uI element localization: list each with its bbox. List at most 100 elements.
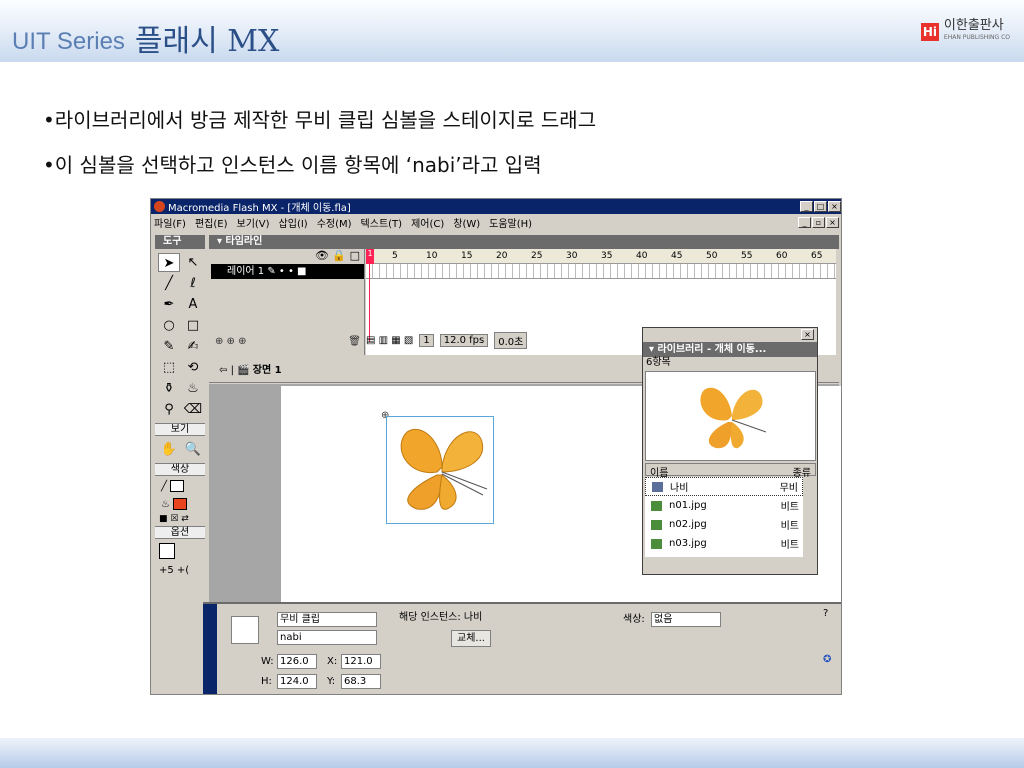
fill-transform-tool-icon[interactable]: ⟲ [182,358,204,377]
y-label: Y: [327,676,336,687]
doc-minimize-button[interactable]: _ [798,216,811,228]
color-swap-icons[interactable]: ■ ☒ ⇄ [155,512,205,526]
menu-modify[interactable]: 수정(M) [317,215,352,230]
hand-tool-icon[interactable]: ✋ [158,440,180,459]
delete-layer-icon[interactable]: 🗑 [348,336,361,347]
eyedropper-tool-icon[interactable]: ⚲ [158,400,180,419]
fill-color-icon: ♨ [161,499,170,510]
butterfly-instance[interactable] [386,416,494,524]
subselect-tool-icon[interactable]: ↖ [182,253,204,272]
scene-label[interactable]: 장면 1 [253,365,282,376]
library-item[interactable]: n03.jpg 비트 [645,534,803,553]
color-effect-select[interactable]: 없음 [651,612,721,627]
menu-help[interactable]: 도움말(H) [489,215,532,230]
zoom-tool-icon[interactable]: 🔍 [182,440,204,459]
x-label: X: [327,656,338,667]
ink-bottle-tool-icon[interactable]: ⚱ [158,379,180,398]
movie-clip-icon [652,481,663,492]
text-tool-icon[interactable]: A [182,295,204,314]
menu-file[interactable]: 파일(F) [154,215,186,230]
snap-magnet-icon[interactable] [159,543,175,559]
item-name: 나비 [670,483,689,494]
width-input[interactable]: 126.0 [277,654,317,669]
frame-row[interactable] [366,264,836,279]
accessibility-icon[interactable]: ✪ [823,652,831,667]
menu-control[interactable]: 제어(C) [411,215,444,230]
paint-bucket-tool-icon[interactable]: ♨ [182,379,204,398]
tick-label: 35 [601,251,613,261]
menu-view[interactable]: 보기(V) [237,215,270,230]
oval-tool-icon[interactable]: ○ [158,316,180,335]
layer-visibility-icons[interactable]: 👁 🔒 □ [211,249,364,264]
tick-label: 40 [636,251,648,261]
library-panel: × ▾ 라이브러리 - 개체 이동... 6항목 이름 종류 나비 무비 n01.j… [642,327,818,575]
options-section-label: 옵션 [155,526,205,539]
height-input[interactable]: 124.0 [277,674,317,689]
layer-row[interactable]: 레이어 1 ✎ • • ■ [211,264,364,279]
menu-window[interactable]: 창(W) [453,215,480,230]
pencil-tool-icon[interactable]: ✎ [158,337,180,356]
onion-skin-icons[interactable]: ▤ ▥ ▦ ▧ [366,335,413,346]
add-layer-icons[interactable]: ⊕ ⊕ ⊕ [215,336,247,347]
pen-tool-icon[interactable]: ✒ [158,295,180,314]
title-bar[interactable]: Macromedia Flash MX - [개체 이동.fla] _ □ × [151,199,841,214]
item-name: n03.jpg [669,538,707,549]
library-item[interactable]: n02.jpg 비트 [645,515,803,534]
swap-button[interactable]: 교체... [451,630,491,647]
menu-insert[interactable]: 삽입(I) [279,215,308,230]
help-icon[interactable]: ? [823,606,828,621]
library-item[interactable]: n01.jpg 비트 [645,496,803,515]
maximize-button[interactable]: □ [814,201,827,212]
eraser-tool-icon[interactable]: ⌫ [182,400,204,419]
tick-label: 5 [392,251,398,261]
brush-tool-icon[interactable]: ✍ [182,337,204,356]
menu-edit[interactable]: 편집(E) [195,215,228,230]
timeline-status: ▤ ▥ ▦ ▧ 1 12.0 fps 0.0초 [366,332,528,349]
series-title: UIT Series 플래시 MX [12,14,279,59]
col-name[interactable]: 이름 [650,464,668,479]
library-item[interactable]: 나비 무비 [645,477,803,496]
behavior-select[interactable]: 무비 클립 [277,612,377,627]
minimize-button[interactable]: _ [800,201,813,212]
publisher-name: 이한출판사 EHAN PUBLISHING CO [943,19,1010,44]
library-columns[interactable]: 이름 종류 [645,463,816,479]
slide-footer [0,738,1024,768]
menu-bar: 파일(F) 편집(E) 보기(V) 삽입(I) 수정(M) 텍스트(T) 제어(… [151,214,841,230]
instance-name-input[interactable]: nabi [277,630,377,645]
back-arrow-icon[interactable]: ⇦ [219,365,227,376]
frame-ruler[interactable]: 1 5 10 15 20 25 30 35 40 45 50 55 60 65 [366,249,836,264]
arrow-tool-icon[interactable]: ➤ [158,253,180,272]
publisher-en: EHAN PUBLISHING CO [943,34,1010,41]
x-input[interactable]: 121.0 [341,654,381,669]
tick-label: 25 [531,251,543,261]
y-input[interactable]: 68.3 [341,674,381,689]
menu-text[interactable]: 텍스트(T) [361,215,403,230]
stroke-color-swatch[interactable] [170,480,185,492]
smooth-straighten-icons[interactable]: +5 +( [155,563,205,578]
rectangle-tool-icon[interactable]: □ [182,316,204,335]
transform-tool-icon[interactable]: ⬚ [158,358,180,377]
movie-clip-symbol-icon [231,616,259,644]
properties-panel: 무비 클립 nabi 해당 인스턴스: 나비 교체... 색상: 없음 W: 1… [203,602,841,694]
close-button[interactable]: × [828,201,841,212]
col-kind[interactable]: 종류 [793,464,811,479]
tick-label: 15 [461,251,473,261]
library-close-button[interactable]: × [801,329,814,340]
series-label: UIT Series [12,28,125,55]
library-preview-image [700,387,767,449]
color-section-label: 색상 [155,463,205,476]
doc-close-button[interactable]: × [826,216,839,228]
publisher: Hi 이한출판사 EHAN PUBLISHING CO [920,19,1010,44]
library-title[interactable]: ▾ 라이브러리 - 개체 이동... [643,342,817,357]
doc-restore-button[interactable]: ▫ [812,216,825,228]
fill-color-swatch[interactable] [173,498,188,510]
playhead[interactable]: 1 [366,249,374,264]
line-tool-icon[interactable]: ╱ [158,274,180,293]
timeline-title[interactable]: ▾ 타임라인 [209,235,839,249]
height-label: H: [261,676,272,687]
library-preview [645,371,816,461]
stroke-color-icon: ╱ [161,481,168,492]
instance-of-label: 해당 인스턴스: 나비 [399,612,483,623]
lasso-tool-icon[interactable]: ℓ [182,274,204,293]
properties-grip[interactable] [203,604,217,694]
